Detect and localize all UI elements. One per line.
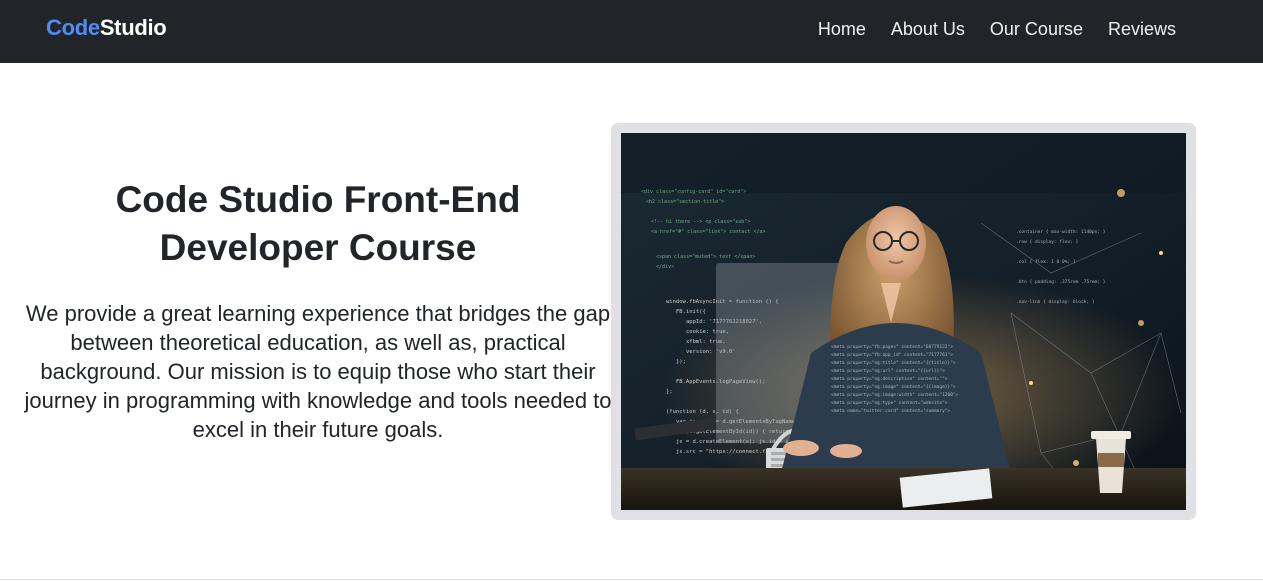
svg-text:.container { max-width: 1140px: .container { max-width: 1140px; } [1016,229,1106,235]
svg-text:<meta property="og:image:width: <meta property="og:image:width" content=… [831,392,959,398]
svg-text:<meta property="og:title" cont: <meta property="og:title" content="{{tit… [831,360,956,366]
svg-text:<meta name="twitter:card" cont: <meta name="twitter:card" content="summa… [831,408,950,414]
nav-link-our-course[interactable]: Our Course [990,18,1083,40]
svg-text:<span class="muted"> text </sp: <span class="muted"> text </span> [656,254,755,260]
svg-text:<meta property="fb:pages" cont: <meta property="fb:pages" content="68779… [831,344,953,350]
hero-image: <div class="config-card" id="card"> <h2 … [621,133,1186,510]
svg-text:<meta property="og:url" conten: <meta property="og:url" content="{{url}}… [831,368,945,374]
svg-text:FB.init({: FB.init({ [676,309,706,315]
svg-text:<meta property="og:image" cont: <meta property="og:image" content="{{ima… [831,384,956,390]
hero-title: Code Studio Front-End Developer Course [115,179,521,268]
svg-text:<meta property="fb:app_id" con: <meta property="fb:app_id" content="7177… [831,352,953,358]
svg-text:<a href="#" class="link"> cont: <a href="#" class="link"> contact </a> [651,229,765,235]
nav-link-about-us[interactable]: About Us [891,18,965,40]
top-navbar: CodeStudio Home About Us Our Course Revi… [0,0,1263,63]
svg-text:<div class="config-card" id="c: <div class="config-card" id="card"> [641,189,746,195]
hero-image-frame: <div class="config-card" id="card"> <h2 … [611,123,1196,520]
brand-logo-code: Code [46,15,100,40]
nav-link-reviews[interactable]: Reviews [1108,18,1176,40]
nav-link-home[interactable]: Home [818,18,866,40]
svg-text:</div>: </div> [656,264,674,270]
svg-text:<meta property="og:type" conte: <meta property="og:type" content="websit… [831,400,948,406]
nav-links: Home About Us Our Course Reviews [818,18,1176,40]
hero-description: We provide a great learning experience t… [24,301,612,442]
hero-text: Code Studio Front-End Developer Course W… [18,176,618,444]
svg-text:<h2 class="section-title">: <h2 class="section-title"> [646,199,724,205]
svg-text:});: }); [676,359,686,365]
brand-logo[interactable]: CodeStudio [46,15,167,41]
svg-text:<meta property="og:description: <meta property="og:description" content=… [831,376,948,382]
section-divider [0,579,1263,580]
svg-text:};: }; [666,389,673,395]
svg-text:.row { display: flex; }: .row { display: flex; } [1016,239,1079,245]
svg-text:.btn { padding: .375rem .75rem: .btn { padding: .375rem .75rem; } [1016,279,1106,285]
svg-text:<!-- hi there --> <p class="su: <!-- hi there --> <p class="sub"> [651,219,750,225]
brand-logo-studio: Studio [99,15,167,40]
svg-text:.col { flex: 1 0 0%; }: .col { flex: 1 0 0%; } [1016,259,1076,265]
svg-text:.nav-link { display: block; }: .nav-link { display: block; } [1016,299,1095,305]
